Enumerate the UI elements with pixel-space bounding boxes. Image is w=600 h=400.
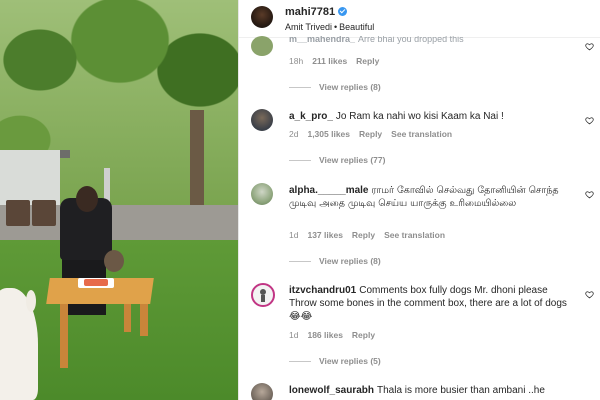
comment-username[interactable]: a_k_pro_ bbox=[289, 111, 333, 122]
comment-username[interactable]: alpha._____male bbox=[289, 185, 369, 196]
comment-username[interactable]: m__mahendra_ bbox=[289, 36, 355, 44]
comment-text: Arre bhai you dropped this bbox=[358, 36, 464, 44]
avatar[interactable] bbox=[251, 109, 273, 131]
person-head bbox=[76, 186, 98, 212]
comment-time: 1d bbox=[289, 230, 299, 240]
heart-icon[interactable] bbox=[585, 116, 594, 125]
reply-button[interactable]: Reply bbox=[356, 56, 379, 66]
comment-likes[interactable]: 211 likes bbox=[312, 56, 347, 66]
see-translation-button[interactable]: See translation bbox=[391, 129, 452, 139]
post-username[interactable]: mahi7781 bbox=[285, 6, 335, 18]
view-replies-button[interactable]: View replies (5) bbox=[289, 356, 381, 366]
reply-button[interactable]: Reply bbox=[352, 330, 375, 340]
comment-time: 1d bbox=[289, 330, 299, 340]
lounge-chair bbox=[32, 200, 56, 226]
comment-text: Jo Ram ka nahi wo kisi Kaam ka Nai ! bbox=[335, 111, 504, 122]
white-dog-ear bbox=[26, 290, 36, 312]
heart-icon[interactable] bbox=[585, 190, 594, 199]
audio-title: Beautiful bbox=[339, 22, 375, 32]
reply-button[interactable]: Reply bbox=[352, 230, 375, 240]
avatar[interactable] bbox=[251, 383, 273, 400]
audio-info[interactable]: Amit Trivedi • Beautiful bbox=[285, 22, 374, 32]
comment-likes[interactable]: 1,305 likes bbox=[307, 129, 350, 139]
verified-badge-icon bbox=[338, 7, 348, 16]
view-replies-button[interactable]: View replies (77) bbox=[289, 155, 385, 165]
table-leg bbox=[124, 302, 131, 332]
comment-text: Thala is more busier than ambani ..he bbox=[377, 385, 545, 396]
comment-username[interactable]: lonewolf_saurabh bbox=[289, 385, 374, 396]
view-replies-button[interactable]: View replies (8) bbox=[289, 82, 381, 92]
audio-artist: Amit Trivedi bbox=[285, 22, 333, 32]
lounge-chair bbox=[6, 200, 30, 226]
comment-time: 18h bbox=[289, 56, 304, 66]
comment-username[interactable]: itzvchandru01 bbox=[289, 285, 356, 296]
avatar[interactable] bbox=[251, 183, 273, 205]
avatar[interactable] bbox=[251, 36, 273, 56]
avatar[interactable] bbox=[251, 6, 273, 28]
post-header: mahi7781 Amit Trivedi • Beautiful bbox=[239, 0, 600, 38]
comment-time: 2d bbox=[289, 129, 299, 139]
view-replies-button[interactable]: View replies (8) bbox=[289, 256, 381, 266]
heart-icon[interactable] bbox=[585, 42, 594, 51]
comment-likes[interactable]: 137 likes bbox=[307, 230, 342, 240]
avatar[interactable] bbox=[251, 283, 275, 307]
reply-button[interactable]: Reply bbox=[359, 129, 382, 139]
table-leg bbox=[60, 302, 68, 368]
cake bbox=[84, 279, 108, 286]
heart-icon[interactable] bbox=[585, 290, 594, 299]
comment-likes[interactable]: 186 likes bbox=[307, 330, 342, 340]
post-media[interactable] bbox=[0, 0, 238, 400]
small-dog bbox=[104, 250, 124, 272]
comments-panel: mahi7781 Amit Trivedi • Beautiful m__mahen… bbox=[238, 0, 600, 400]
person-icon bbox=[260, 289, 266, 302]
see-translation-button[interactable]: See translation bbox=[384, 230, 445, 240]
